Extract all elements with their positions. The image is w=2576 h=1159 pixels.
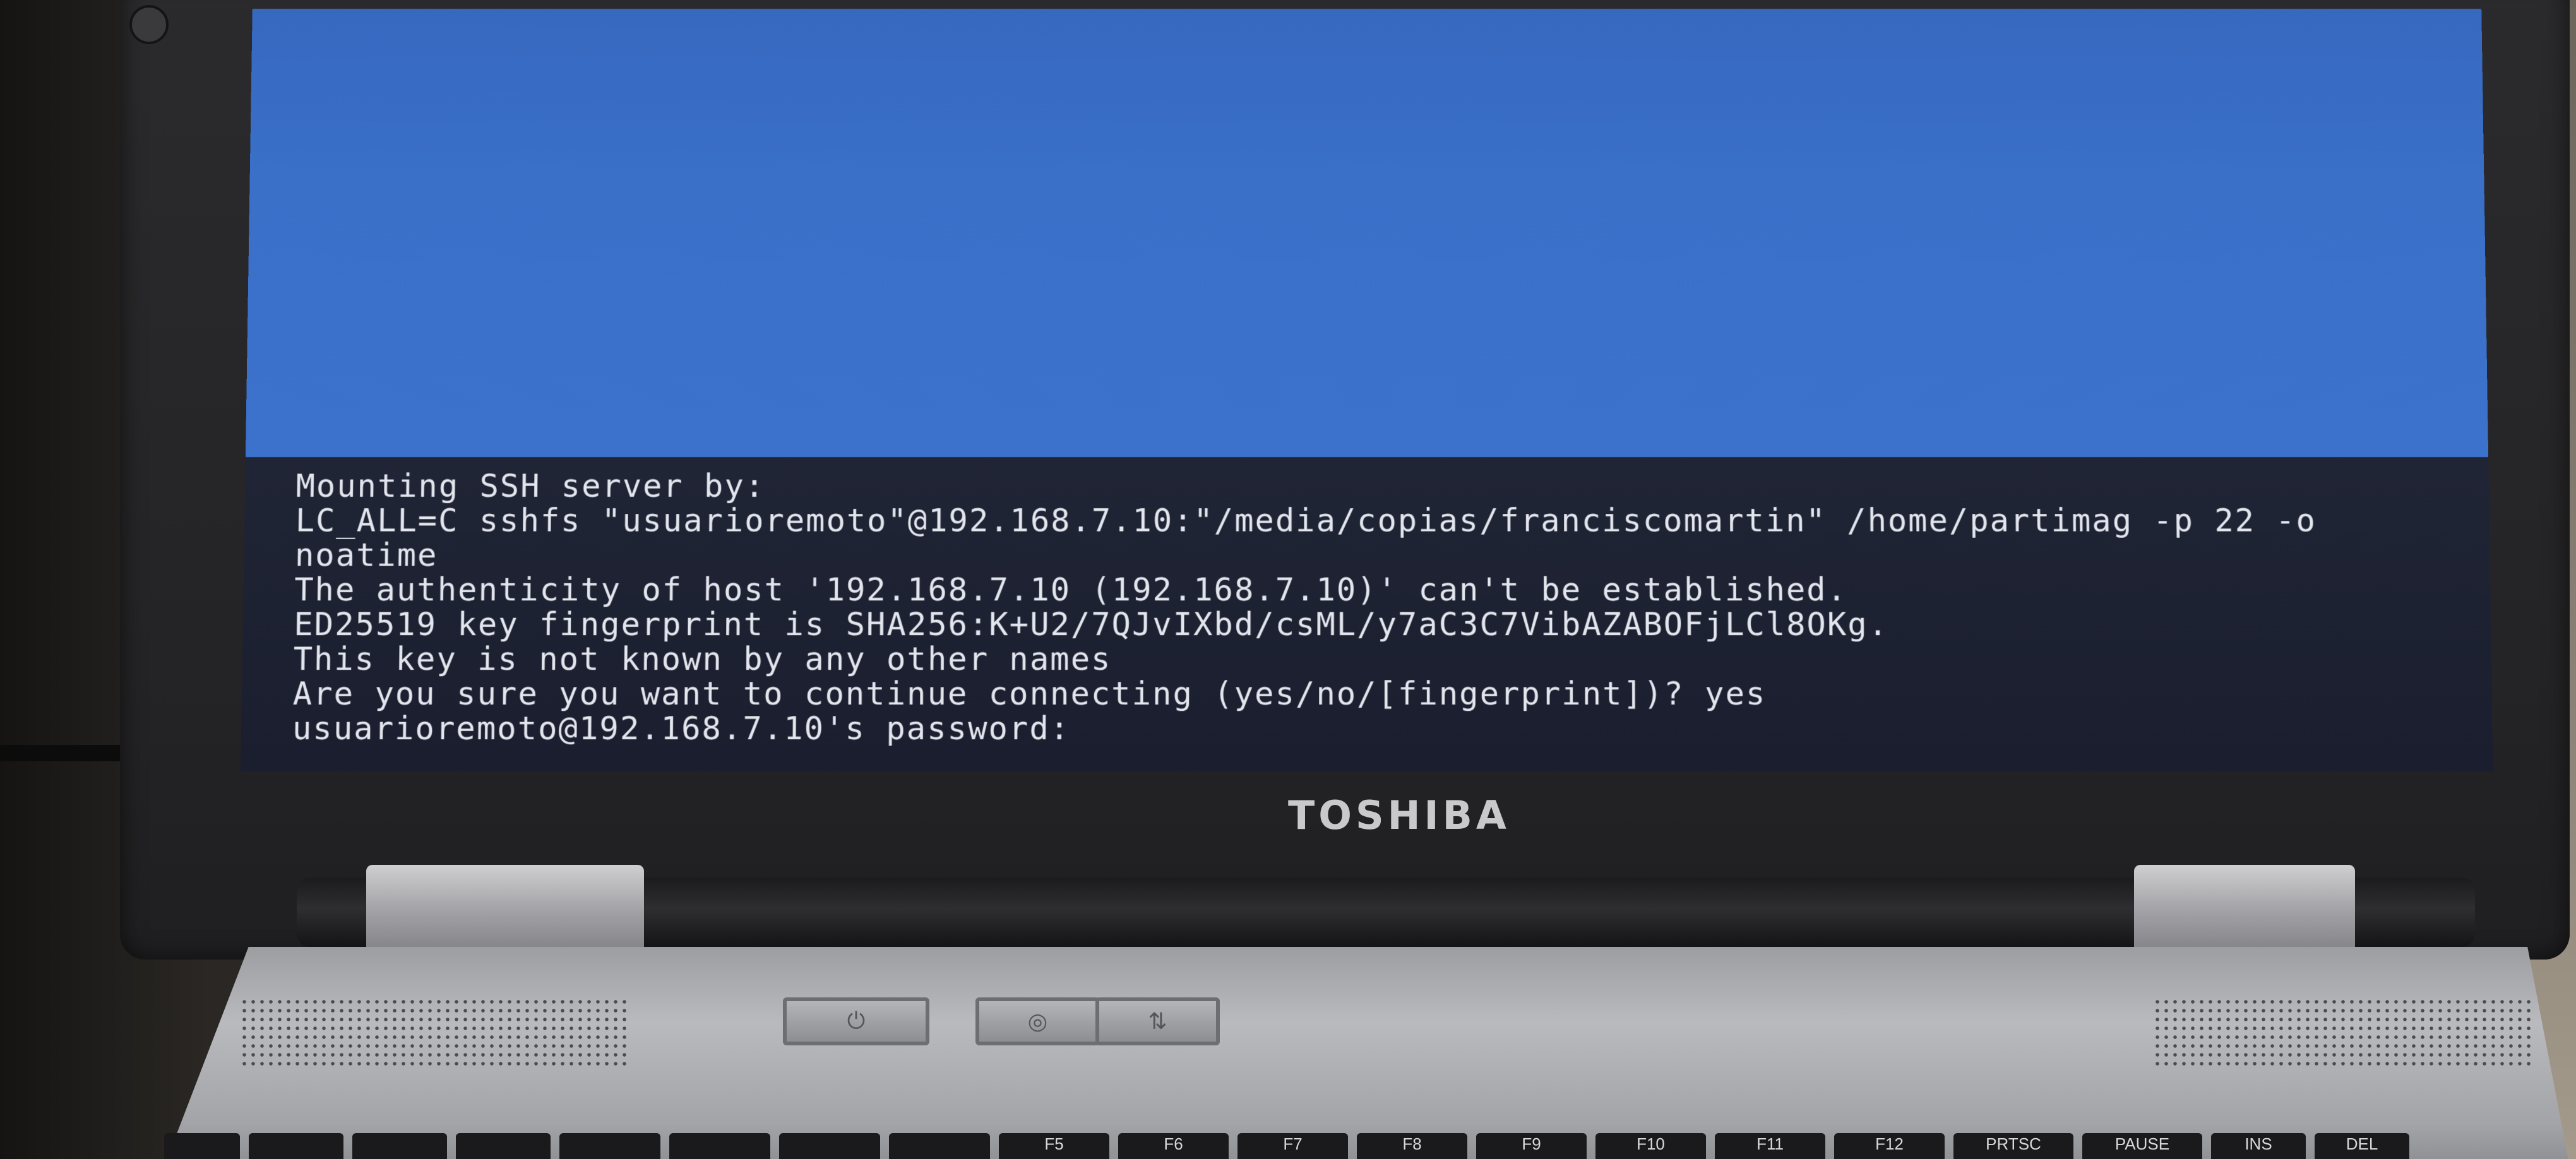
- key-blank[interactable]: [164, 1133, 240, 1159]
- photo-scene: Mounting SSH server by: LC_ALL=C sshfs "…: [0, 0, 2576, 1159]
- console-line: The authenticity of host '192.168.7.10 (…: [294, 571, 1848, 609]
- speaker-grille-left: [240, 997, 631, 1067]
- key-del[interactable]: DEL: [2315, 1133, 2409, 1159]
- power-icon: ⏻: [847, 1008, 866, 1034]
- lock-icon: ◎: [1027, 1008, 1048, 1035]
- key-prtsc[interactable]: PRTSC: [1953, 1133, 2073, 1159]
- speaker-grille-right: [2153, 997, 2532, 1067]
- key-f8[interactable]: F8: [1357, 1133, 1467, 1159]
- key-f9[interactable]: F9: [1476, 1133, 1587, 1159]
- key-blank[interactable]: [889, 1133, 990, 1159]
- key-blank[interactable]: [249, 1133, 343, 1159]
- hinge-left: [366, 865, 644, 960]
- webcam-icon: [129, 5, 169, 44]
- key-ins[interactable]: INS: [2211, 1133, 2306, 1159]
- key-blank[interactable]: [559, 1133, 660, 1159]
- console-line: This key is not known by any other names: [293, 640, 1112, 678]
- console-line: noatime: [294, 536, 438, 574]
- hinge-right: [2134, 865, 2355, 960]
- keyboard-function-row: F5 F6 F7 F8 F9 F10 F11 F12 PRTSC PAUSE I…: [164, 1133, 2576, 1159]
- key-f6[interactable]: F6: [1118, 1133, 1229, 1159]
- key-f5[interactable]: F5: [999, 1133, 1109, 1159]
- laptop-screen: Mounting SSH server by: LC_ALL=C sshfs "…: [241, 0, 2493, 772]
- brand-logo: TOSHIBA: [1288, 792, 1510, 838]
- console-line: LC_ALL=C sshfs "usuarioremoto"@192.168.7…: [295, 501, 2317, 539]
- console-line: Mounting SSH server by:: [295, 467, 766, 505]
- desktop-top-bar: [252, 0, 2482, 9]
- key-blank[interactable]: [352, 1133, 447, 1159]
- key-blank[interactable]: [456, 1133, 551, 1159]
- desktop-background: [245, 0, 2489, 458]
- network-button[interactable]: ⇅: [1095, 997, 1220, 1045]
- key-f7[interactable]: F7: [1237, 1133, 1348, 1159]
- key-pause[interactable]: PAUSE: [2082, 1133, 2202, 1159]
- console-line: Are you sure you want to continue connec…: [292, 675, 1767, 713]
- lock-button[interactable]: ◎: [975, 997, 1100, 1045]
- terminal-console[interactable]: Mounting SSH server by: LC_ALL=C sshfs "…: [241, 457, 2493, 772]
- password-prompt[interactable]: usuarioremoto@192.168.7.10's password:: [292, 710, 2493, 747]
- key-blank[interactable]: [669, 1133, 770, 1159]
- console-line: ED25519 key fingerprint is SHA256:K+U2/7…: [294, 605, 1889, 643]
- power-button[interactable]: ⏻: [783, 997, 929, 1045]
- key-f11[interactable]: F11: [1715, 1133, 1825, 1159]
- key-f12[interactable]: F12: [1834, 1133, 1945, 1159]
- key-f10[interactable]: F10: [1595, 1133, 1706, 1159]
- key-blank[interactable]: [779, 1133, 880, 1159]
- network-icon: ⇅: [1148, 1008, 1167, 1035]
